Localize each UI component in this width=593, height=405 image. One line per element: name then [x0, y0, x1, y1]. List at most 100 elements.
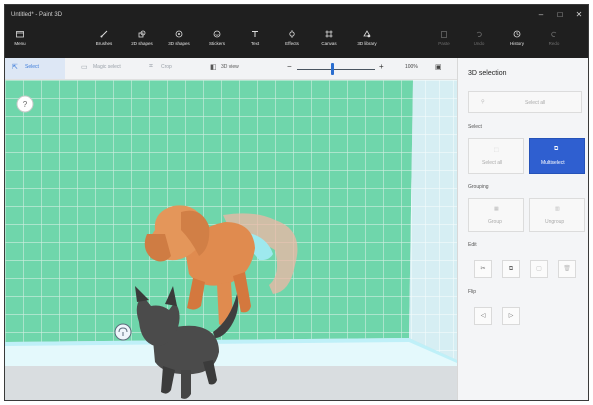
history-icon: [513, 30, 521, 38]
multiselect-label: Multiselect: [541, 160, 565, 166]
delete-button[interactable]: 🗑: [558, 260, 576, 278]
cut-button[interactable]: ✂: [474, 260, 492, 278]
back-wall-grid: [5, 80, 413, 342]
tool-label-canvas: Canvas: [321, 41, 337, 46]
tool-brushes[interactable]: Brushes: [87, 28, 121, 56]
window-title: Untitled* - Paint 3D: [11, 12, 63, 18]
select-section-label: Select: [468, 124, 482, 130]
undo-icon: [475, 30, 483, 38]
flip-vertical-button[interactable]: ▷: [502, 307, 520, 325]
maximize-button[interactable]: □: [551, 9, 569, 21]
undo-label: Undo: [473, 41, 485, 46]
copy-icon: ⧉: [508, 266, 514, 272]
brush-icon: [100, 30, 108, 38]
paste-label: Paste: [438, 41, 450, 46]
menu-label: Menu: [14, 41, 26, 46]
view-mode-button[interactable]: 3D view: [221, 64, 239, 70]
tool-effects[interactable]: Effects: [275, 28, 309, 56]
copy-button[interactable]: ⧉: [502, 260, 520, 278]
selection-panel: 3D selection ⚲ Select all Select ⬚ Selec…: [457, 58, 588, 400]
tool-3d-shapes[interactable]: 3D shapes: [162, 28, 196, 56]
floor-glow: [5, 342, 457, 366]
panel-title: 3D selection: [468, 70, 507, 77]
redo-icon: [550, 30, 558, 38]
paste-panel-button[interactable]: ▢: [530, 260, 548, 278]
tool-label-brushes: Brushes: [95, 41, 113, 46]
group-button[interactable]: ▦ Group: [468, 198, 524, 232]
history-button[interactable]: History: [500, 28, 534, 56]
zoom-out-icon[interactable]: −: [287, 62, 292, 71]
ungroup-label: Ungroup: [545, 219, 565, 225]
select-all-top-icon: ⚲: [481, 99, 485, 105]
select-all-icon: ⬚: [494, 147, 499, 153]
paste-panel-icon: ▢: [536, 266, 542, 272]
canvas-area[interactable]: ?: [5, 80, 457, 401]
flip-horizontal-icon: ◁: [480, 313, 486, 319]
magic-select-button[interactable]: Magic select: [93, 64, 121, 70]
toolbar: ⇱ Select ▭ Magic select ⌗ Crop ◧ 3D view…: [5, 58, 457, 80]
minimize-button[interactable]: –: [532, 9, 550, 21]
ribbon: Menu Brushes 2D shapes 3D shapes Sticker…: [5, 25, 588, 58]
cut-icon: ✂: [480, 266, 486, 272]
tool-label-effects: Effects: [285, 41, 299, 46]
tool-label-stickers: Stickers: [208, 41, 225, 46]
flip-horizontal-button[interactable]: ◁: [474, 307, 492, 325]
select-all-option-label: Select all: [482, 160, 503, 166]
select-all-option[interactable]: ⬚ Select all: [468, 138, 524, 174]
select-label: Select: [25, 64, 39, 70]
select-all-top-button[interactable]: ⚲ Select all: [468, 91, 582, 113]
cube-icon: [175, 30, 183, 38]
canvas-icon: [325, 30, 333, 38]
library-icon: [363, 30, 371, 38]
close-button[interactable]: ✕: [570, 9, 588, 21]
tool-canvas[interactable]: Canvas: [312, 28, 346, 56]
crop-icon: ⌗: [149, 63, 153, 70]
delete-icon: 🗑: [563, 266, 571, 272]
tool-stickers[interactable]: Stickers: [200, 28, 234, 56]
group-icon: ▦: [494, 206, 499, 212]
group-label: Group: [488, 219, 502, 225]
help-button[interactable]: ?: [16, 95, 34, 113]
magic-select-icon: ▭: [81, 64, 88, 71]
history-label: History: [509, 41, 524, 46]
flip-vertical-icon: ▷: [508, 313, 514, 319]
tool-text[interactable]: Text: [238, 28, 272, 56]
rotate-handle[interactable]: [114, 323, 132, 341]
help-label: ?: [23, 100, 28, 109]
ungroup-icon: ▥: [555, 206, 560, 212]
effects-icon: [288, 30, 296, 38]
zoom-value[interactable]: 100%: [405, 64, 418, 70]
side-wall-grid: [409, 80, 457, 360]
folder-icon: [16, 30, 24, 38]
view-3d-icon: ◧: [210, 64, 217, 71]
tool-3d-library[interactable]: 3D library: [350, 28, 384, 56]
zoom-slider-thumb[interactable]: [331, 63, 334, 75]
paste-icon: [440, 30, 448, 38]
paint3d-window: Untitled* - Paint 3D – □ ✕ Menu Brushes …: [4, 4, 589, 401]
crop-button[interactable]: Crop: [161, 64, 172, 70]
grouping-section-label: Grouping: [468, 184, 489, 190]
image-icon[interactable]: ▣: [435, 63, 442, 71]
sticker-icon: [213, 30, 221, 38]
multiselect-icon: ⧉: [554, 146, 559, 152]
cursor-icon: ⇱: [12, 64, 18, 71]
zoom-in-icon[interactable]: +: [379, 62, 384, 71]
multiselect-option[interactable]: ⧉ Multiselect: [529, 138, 585, 174]
menu-button[interactable]: Menu: [5, 28, 37, 56]
shapes-2d-icon: [138, 30, 146, 38]
undo-button[interactable]: Undo: [462, 28, 496, 56]
redo-button[interactable]: Redo: [537, 28, 571, 56]
flip-section-label: Flip: [468, 289, 477, 295]
tool-label-3d-shapes: 3D shapes: [168, 41, 190, 46]
tool-2d-shapes[interactable]: 2D shapes: [125, 28, 159, 56]
tool-label-2d-shapes: 2D shapes: [131, 41, 153, 46]
tool-label-3d-library: 3D library: [357, 41, 377, 46]
canvas-scene[interactable]: ?: [5, 80, 457, 401]
zoom-slider[interactable]: [297, 69, 375, 70]
title-bar: Untitled* - Paint 3D – □ ✕: [5, 5, 588, 25]
ungroup-button[interactable]: ▥ Ungroup: [529, 198, 585, 232]
select-all-top-label: Select all: [525, 100, 546, 106]
edit-section-label: Edit: [468, 242, 477, 248]
paste-button[interactable]: Paste: [427, 28, 461, 56]
text-icon: [251, 30, 259, 38]
